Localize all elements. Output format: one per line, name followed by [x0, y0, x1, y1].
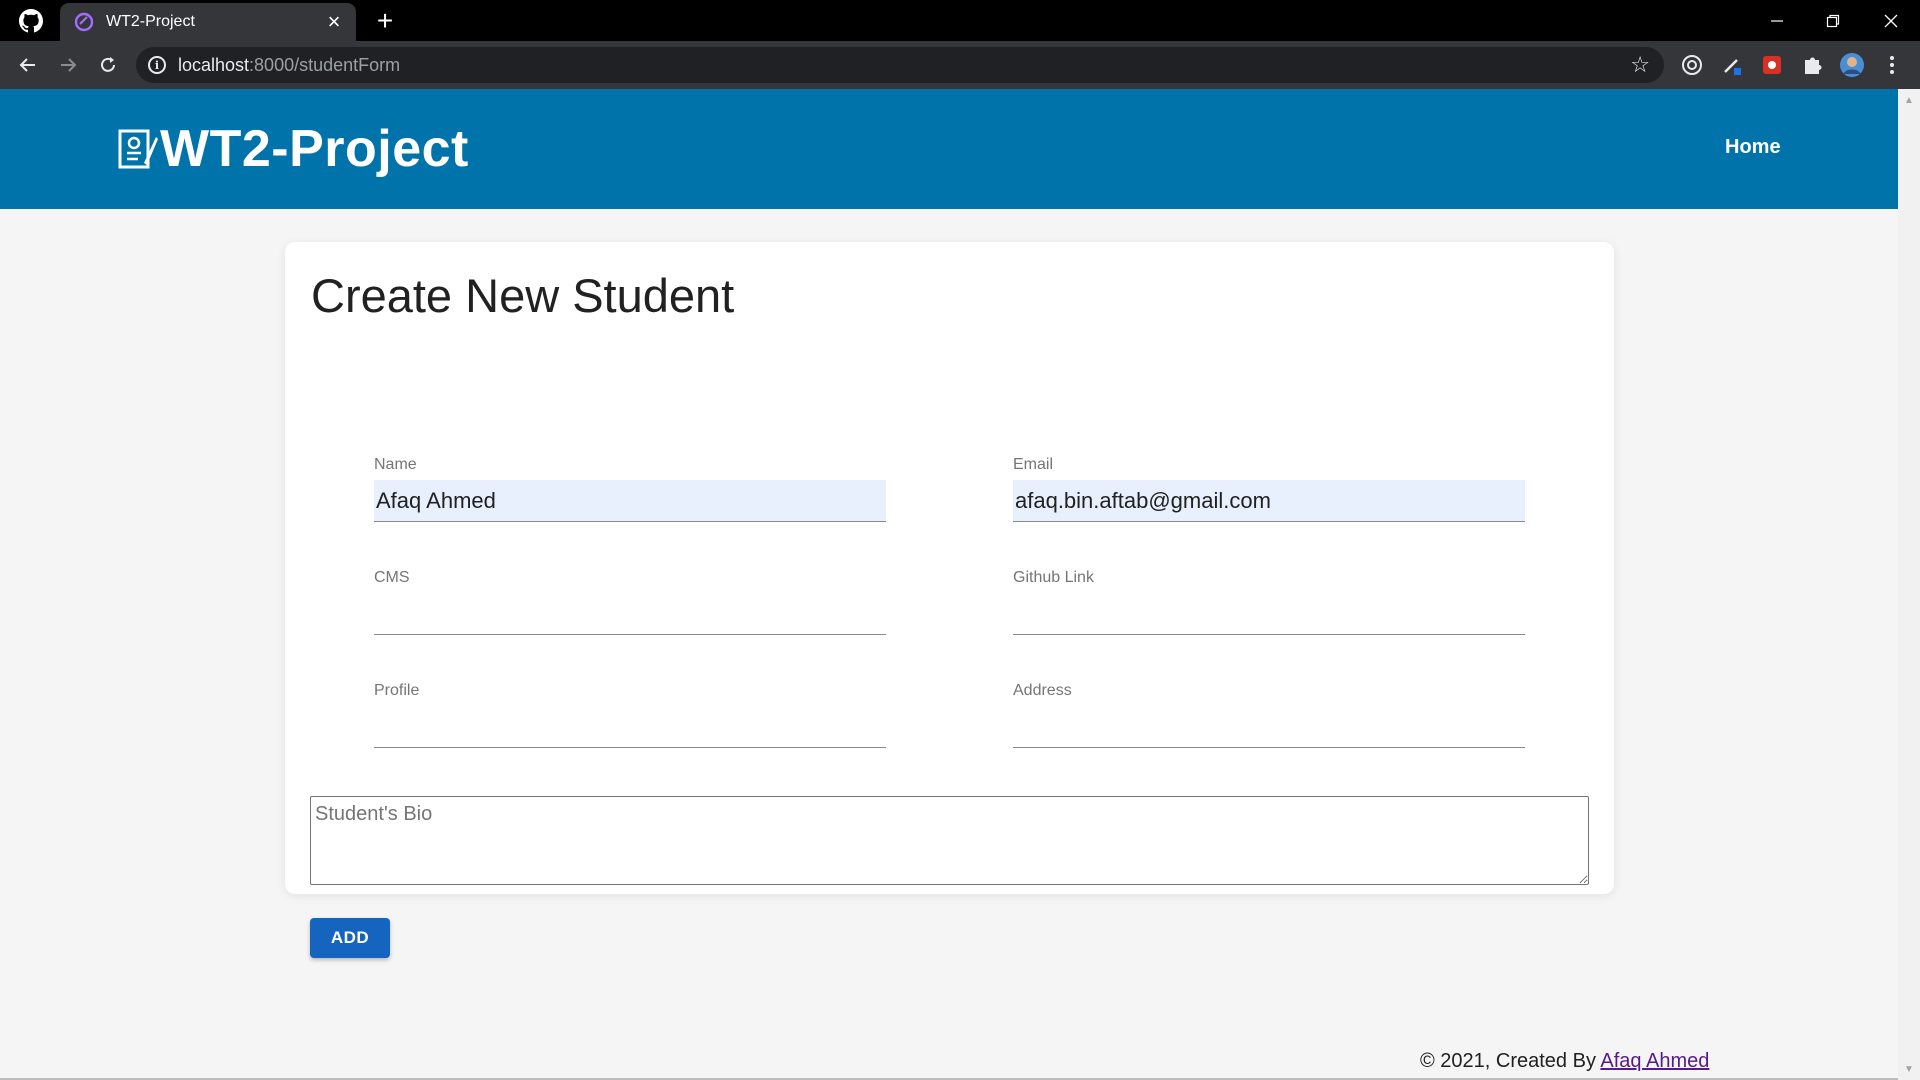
cms-field: CMS: [374, 569, 886, 635]
student-form-card: Create New Student Name Email CMS Github…: [285, 242, 1614, 958]
nav-home-link[interactable]: Home: [1725, 136, 1781, 159]
github-icon[interactable]: [18, 8, 44, 34]
pen-extension-icon[interactable]: [1718, 51, 1746, 79]
footer-text: © 2021, Created By: [1420, 1050, 1601, 1072]
name-input[interactable]: [374, 480, 886, 522]
site-favicon-icon: [74, 12, 94, 32]
minimize-window-icon[interactable]: [1752, 4, 1802, 38]
cms-label: CMS: [374, 569, 410, 586]
add-button[interactable]: ADD: [310, 918, 390, 958]
site-header: WT2-Project Home: [0, 89, 1898, 209]
email-field: Email: [1013, 456, 1525, 522]
address-field: Address: [1013, 682, 1525, 748]
scroll-down-arrow-icon[interactable]: ▼: [1904, 1064, 1914, 1075]
red-extension-icon[interactable]: [1758, 51, 1786, 79]
name-label: Name: [374, 456, 417, 473]
form-title: Create New Student: [311, 269, 735, 322]
profile-label: Profile: [374, 682, 420, 699]
close-window-icon[interactable]: [1866, 4, 1916, 38]
bookmark-star-icon[interactable]: ☆: [1630, 52, 1650, 78]
brand-logo[interactable]: WT2-Project: [118, 117, 469, 181]
url-host: localhost: [178, 54, 250, 75]
address-label: Address: [1013, 682, 1072, 699]
profile-field: Profile: [374, 682, 886, 748]
github-link-label: Github Link: [1013, 569, 1094, 586]
url-path: :8000/studentForm: [249, 54, 401, 75]
forward-arrow-icon[interactable]: [52, 49, 84, 81]
author-link[interactable]: Afaq Ahmed: [1600, 1050, 1709, 1072]
back-arrow-icon[interactable]: [12, 49, 44, 81]
browser-menu-icon[interactable]: [1878, 51, 1906, 79]
email-label: Email: [1013, 456, 1054, 473]
new-tab-button[interactable]: +: [370, 5, 400, 36]
address-bar[interactable]: i localhost:8000/studentForm ☆: [136, 47, 1664, 83]
cms-input[interactable]: [374, 593, 886, 635]
browser-tab-bar: WT2-Project × +: [0, 0, 1920, 41]
brand-title: WT2-Project: [160, 120, 469, 178]
footer: © 2021, Created By Afaq Ahmed: [1420, 1050, 1709, 1073]
profile-input[interactable]: [374, 706, 886, 748]
certificate-icon: [118, 129, 158, 169]
puzzle-extensions-icon[interactable]: [1798, 51, 1826, 79]
address-input[interactable]: [1013, 706, 1525, 748]
page-content: WT2-Project Home Create New Student Name…: [0, 89, 1898, 1080]
profile-avatar-icon[interactable]: [1838, 51, 1866, 79]
browser-toolbar: i localhost:8000/studentForm ☆: [0, 41, 1920, 89]
browser-tab[interactable]: WT2-Project ×: [60, 3, 356, 41]
tab-title: WT2-Project: [106, 13, 195, 30]
github-link-input[interactable]: [1013, 593, 1525, 635]
site-info-icon[interactable]: i: [148, 56, 166, 74]
scroll-up-arrow-icon[interactable]: ▲: [1904, 95, 1914, 106]
url-text[interactable]: localhost:8000/studentForm: [178, 55, 1630, 76]
reload-icon[interactable]: [92, 49, 124, 81]
email-input[interactable]: [1013, 480, 1525, 522]
restore-window-icon[interactable]: [1808, 4, 1858, 38]
student-bio-textarea[interactable]: [310, 796, 1589, 885]
name-field: Name: [374, 456, 886, 522]
vertical-scrollbar[interactable]: ▲ ▼: [1898, 89, 1920, 1080]
close-tab-icon[interactable]: ×: [320, 8, 348, 36]
target-extension-icon[interactable]: [1678, 51, 1706, 79]
github-link-field: Github Link: [1013, 569, 1525, 635]
